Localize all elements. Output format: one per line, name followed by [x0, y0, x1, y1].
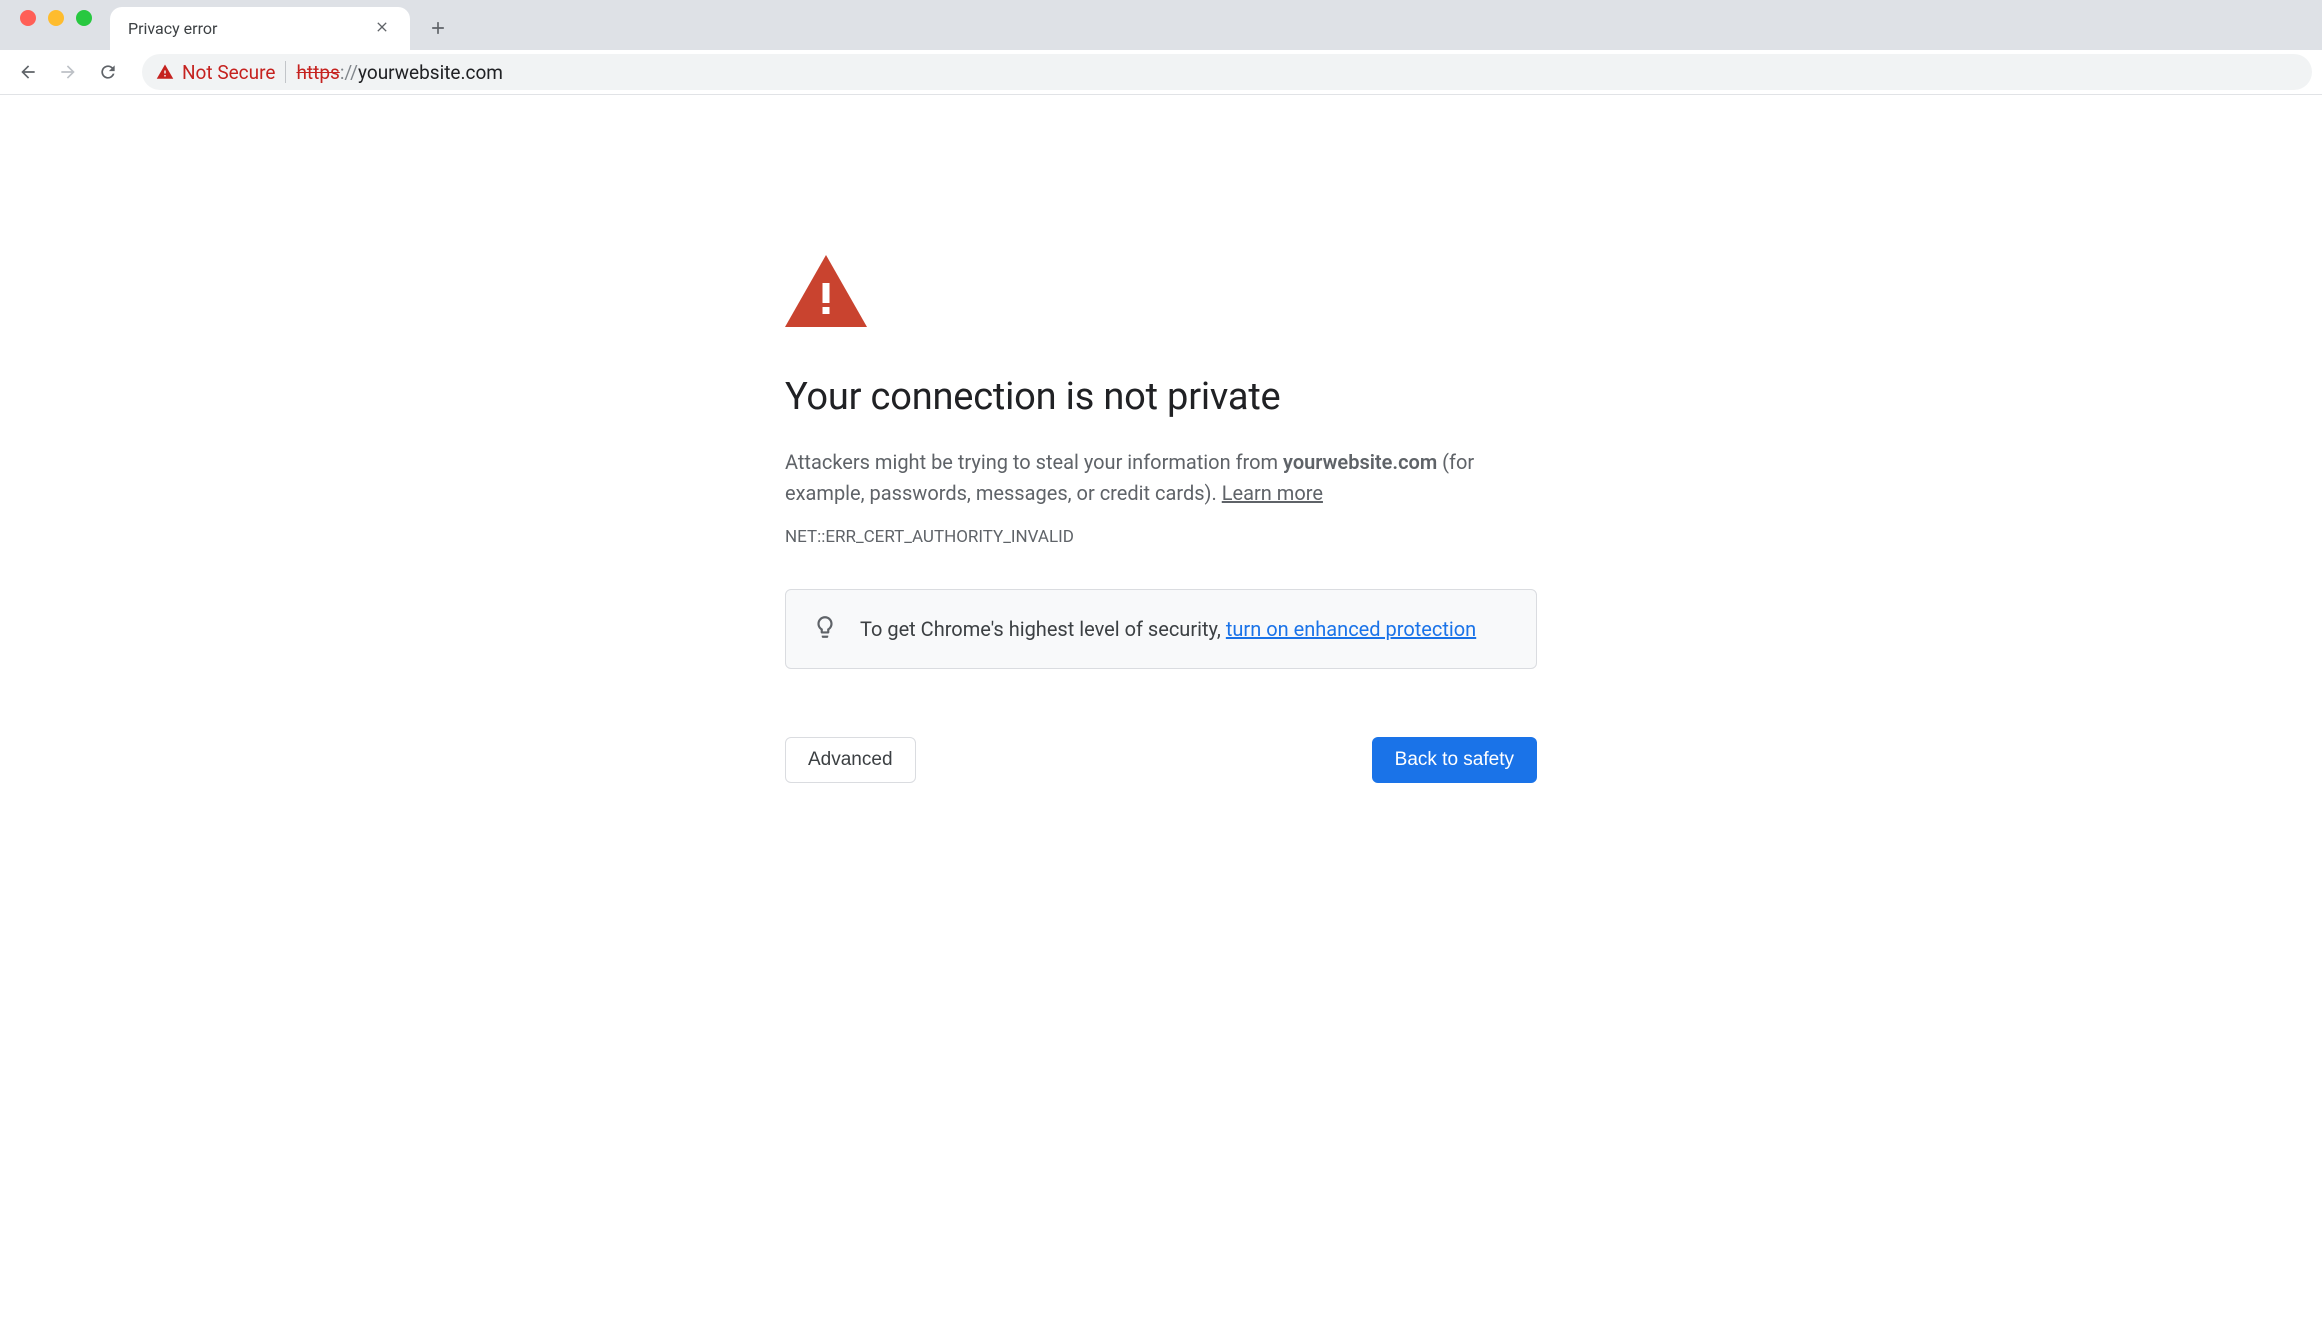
arrow-left-icon: [18, 62, 38, 82]
privacy-error-interstitial: Your connection is not private Attackers…: [781, 255, 1541, 783]
close-icon: [374, 19, 390, 35]
enhanced-protection-link[interactable]: turn on enhanced protection: [1226, 617, 1476, 641]
error-body: Attackers might be trying to steal your …: [785, 447, 1537, 509]
url-scheme: https: [296, 61, 339, 84]
tip-pre: To get Chrome's highest level of securit…: [860, 617, 1226, 641]
lightbulb-icon: [812, 614, 838, 644]
window-maximize-button[interactable]: [76, 10, 92, 26]
address-bar[interactable]: Not Secure https://yourwebsite.com: [142, 54, 2312, 90]
arrow-right-icon: [58, 62, 78, 82]
url-display: https://yourwebsite.com: [296, 61, 503, 84]
window-minimize-button[interactable]: [48, 10, 64, 26]
warning-icon: [785, 255, 1537, 327]
window-controls: [12, 10, 104, 40]
plus-icon: [428, 18, 448, 38]
url-host: yourwebsite.com: [358, 61, 503, 84]
forward-button[interactable]: [50, 54, 86, 90]
tab-bar: Privacy error: [0, 0, 2322, 50]
tab-title: Privacy error: [128, 19, 366, 38]
window-close-button[interactable]: [20, 10, 36, 26]
browser-tab[interactable]: Privacy error: [110, 7, 410, 50]
advanced-button[interactable]: Advanced: [785, 737, 916, 783]
security-indicator[interactable]: Not Secure: [156, 61, 286, 83]
reload-icon: [98, 62, 118, 82]
tip-text: To get Chrome's highest level of securit…: [860, 617, 1476, 641]
back-to-safety-button[interactable]: Back to safety: [1372, 737, 1537, 783]
warning-triangle-large-icon: [785, 255, 867, 327]
error-domain: yourwebsite.com: [1283, 450, 1437, 474]
new-tab-button[interactable]: [420, 10, 456, 46]
button-row: Advanced Back to safety: [785, 737, 1537, 783]
error-heading: Your connection is not private: [785, 375, 1537, 419]
enhanced-protection-tip: To get Chrome's highest level of securit…: [785, 589, 1537, 669]
learn-more-link[interactable]: Learn more: [1222, 481, 1323, 505]
security-label: Not Secure: [182, 61, 275, 84]
tab-close-button[interactable]: [366, 15, 398, 43]
error-body-pre: Attackers might be trying to steal your …: [785, 450, 1283, 474]
warning-triangle-icon: [156, 63, 174, 81]
reload-button[interactable]: [90, 54, 126, 90]
url-separator: ://: [340, 61, 358, 84]
back-button[interactable]: [10, 54, 46, 90]
error-code: NET::ERR_CERT_AUTHORITY_INVALID: [785, 527, 1537, 547]
browser-toolbar: Not Secure https://yourwebsite.com: [0, 50, 2322, 95]
